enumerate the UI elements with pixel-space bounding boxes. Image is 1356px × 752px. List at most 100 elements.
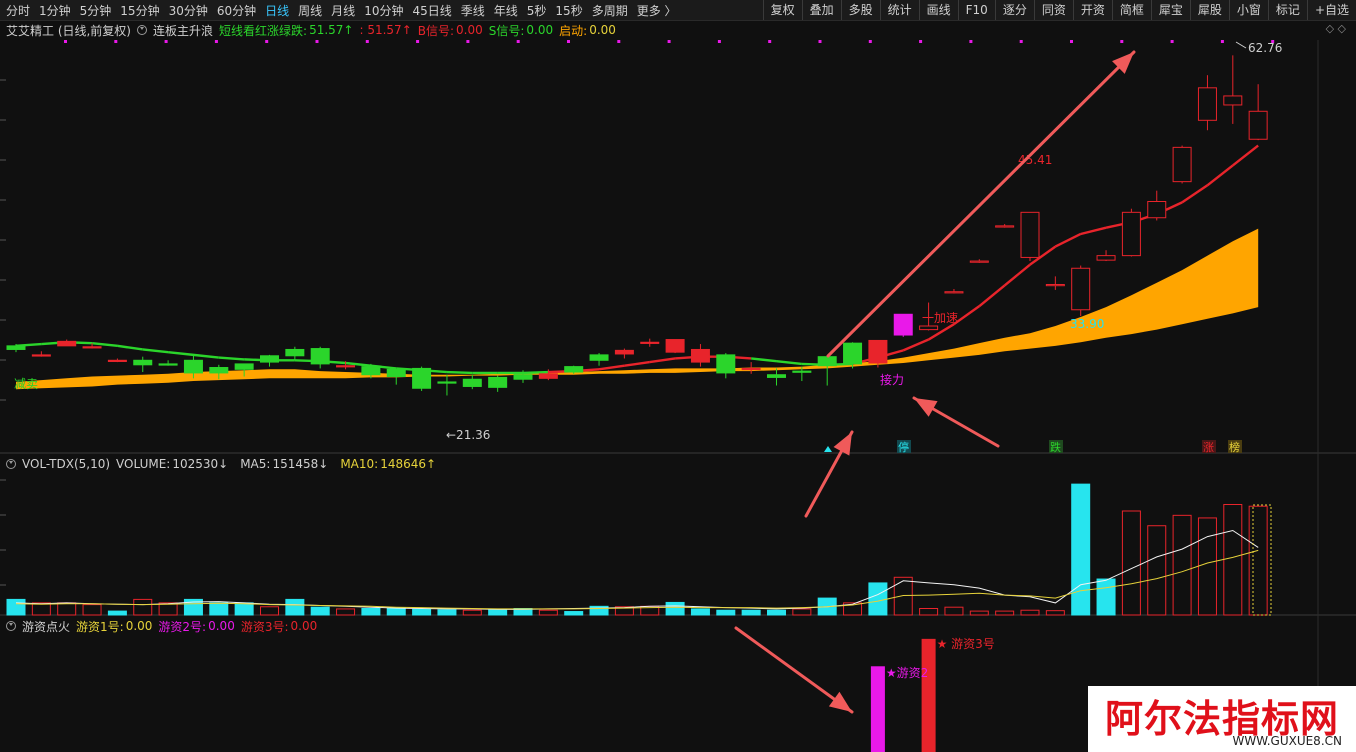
volume-bar	[1197, 517, 1217, 616]
volume-indicator-name[interactable]: VOL-TDX(5,10)	[22, 457, 110, 471]
candle-body	[614, 349, 634, 355]
ma-line-segment	[1054, 232, 1082, 248]
candle-body	[1045, 284, 1065, 287]
candle-body	[538, 373, 558, 379]
tool-button[interactable]: +自选	[1306, 0, 1356, 20]
period-tab[interactable]: 分时	[6, 2, 30, 19]
candle-body	[1197, 87, 1217, 121]
panel-corner-icons[interactable]: ◇ ◇	[1326, 22, 1346, 35]
period-tab[interactable]: 30分钟	[169, 2, 208, 19]
tool-button[interactable]: 多股	[840, 0, 880, 20]
signal-dot	[919, 40, 923, 43]
accelerate-label: 一加速	[922, 311, 958, 325]
ma-line-segment	[776, 359, 802, 366]
volume-dropdown-icon[interactable]	[6, 459, 16, 469]
main-panel-header: 艾艾精工 (日线,前复权) 连板主升浪 短线看红涨绿跌: 51.57↑ : 51…	[6, 22, 622, 38]
ma5-value: 151458↓	[272, 457, 329, 471]
candle-body	[488, 376, 508, 388]
candle-body	[6, 345, 26, 350]
fund1-value: 0.00	[125, 619, 153, 633]
volume-bar	[209, 602, 229, 616]
signal-dot	[265, 40, 269, 43]
tool-button[interactable]: 简框	[1111, 0, 1151, 20]
candle-body	[1172, 146, 1192, 183]
volume-bar	[488, 609, 508, 616]
tool-button[interactable]: 小窗	[1228, 0, 1268, 20]
candle-body	[234, 363, 254, 370]
period-tab[interactable]: 更多 〉	[637, 2, 677, 19]
tool-button[interactable]: 标记	[1267, 0, 1307, 20]
period-tab[interactable]: 月线	[331, 2, 355, 19]
stock-label[interactable]: 艾艾精工 (日线,前复权)	[6, 22, 131, 39]
volume-bar	[1223, 504, 1243, 616]
volume-bar	[234, 602, 254, 616]
watermark-url: WWW.GUXUE8.CN	[1232, 734, 1342, 748]
candle-body	[1147, 200, 1167, 219]
candle-body	[285, 348, 305, 357]
watermark: 阿尔法指标网 WWW.GUXUE8.CN	[1088, 686, 1356, 752]
indicator-dropdown-icon[interactable]	[137, 25, 147, 35]
period-tab[interactable]: 60分钟	[217, 2, 256, 19]
candle-body	[792, 370, 812, 373]
ma-line-segment	[598, 364, 625, 371]
signal-dot	[567, 40, 570, 43]
ma5-label: MA5:	[240, 457, 271, 471]
high-price-label: 62.76	[1248, 41, 1282, 55]
period-tab[interactable]: 15秒	[555, 2, 582, 19]
tool-button[interactable]: 叠加	[801, 0, 841, 20]
volume-bar	[792, 608, 812, 616]
signal-dot	[868, 40, 872, 43]
line1-label: 短线看红涨绿跌:	[219, 23, 308, 38]
signal-dot	[617, 40, 621, 43]
reduce-sell-label: 减卖	[14, 377, 38, 391]
candle-body	[767, 374, 786, 378]
period-tab[interactable]: 多周期	[592, 2, 628, 19]
ma-line-segment	[167, 350, 194, 357]
period-tab[interactable]: 日线	[265, 2, 289, 19]
volume-bar	[538, 609, 558, 616]
tool-button[interactable]: 逐分	[994, 0, 1034, 20]
candle-body	[944, 291, 964, 294]
period-tab[interactable]: 15分钟	[120, 2, 159, 19]
tool-button[interactable]: 犀宝	[1150, 0, 1190, 20]
period-tab[interactable]: 45日线	[412, 2, 451, 19]
chart-canvas[interactable]: 62.76 45.41 33.90 ←21.36 减卖 一加速接力停 跌 涨 榜 ★游资2 ★ 游资…	[0, 0, 1356, 752]
fund-indicator-name[interactable]: 游资点火	[22, 618, 70, 635]
candle-body	[1020, 211, 1040, 258]
ma-line-segment	[751, 357, 777, 363]
fund3-value: 0.00	[290, 619, 318, 633]
tool-button[interactable]: 同资	[1033, 0, 1073, 20]
period-tab[interactable]: 1分钟	[39, 2, 71, 19]
candle-body	[1248, 110, 1268, 140]
candle-body	[640, 341, 660, 344]
period-tab[interactable]: 周线	[298, 2, 322, 19]
fund-bar2-label: ★游资2	[886, 666, 928, 680]
candle-body	[462, 378, 482, 387]
tool-button[interactable]: 画线	[918, 0, 958, 20]
tool-button[interactable]: 开资	[1072, 0, 1112, 20]
period-tab[interactable]: 10分钟	[364, 2, 403, 19]
volume-bar	[995, 610, 1015, 616]
ma10-value: 148646↑	[380, 457, 437, 471]
candle-body	[82, 346, 102, 349]
indicator-name[interactable]: 连板主升浪	[153, 22, 213, 39]
ma-line-segment	[1003, 263, 1031, 287]
tool-button[interactable]: 复权	[762, 0, 802, 20]
volume-bar	[462, 609, 482, 616]
signal-dot	[717, 40, 721, 43]
tool-button[interactable]: F10	[957, 0, 995, 20]
s-signal-label: S信号:	[488, 23, 525, 38]
period-tab[interactable]: 季线	[461, 2, 485, 19]
candle-body	[919, 325, 939, 331]
fund2-label: 游资2号:	[158, 619, 207, 634]
tool-button[interactable]: 犀股	[1189, 0, 1229, 20]
fund-dropdown-icon[interactable]	[6, 621, 16, 631]
period-tab[interactable]: 年线	[494, 2, 518, 19]
tool-button[interactable]: 统计	[879, 0, 919, 20]
volume-bar	[6, 598, 26, 616]
volume-bar	[767, 609, 786, 616]
period-tabs: 分时 1分钟 5分钟 15分钟 30分钟 60分钟 日线 周线 月线 10分钟 45日线 季线 年线 5秒…	[6, 0, 686, 20]
candle-body	[589, 354, 609, 361]
period-tab[interactable]: 5秒	[527, 2, 547, 19]
period-tab[interactable]: 5分钟	[80, 2, 112, 19]
